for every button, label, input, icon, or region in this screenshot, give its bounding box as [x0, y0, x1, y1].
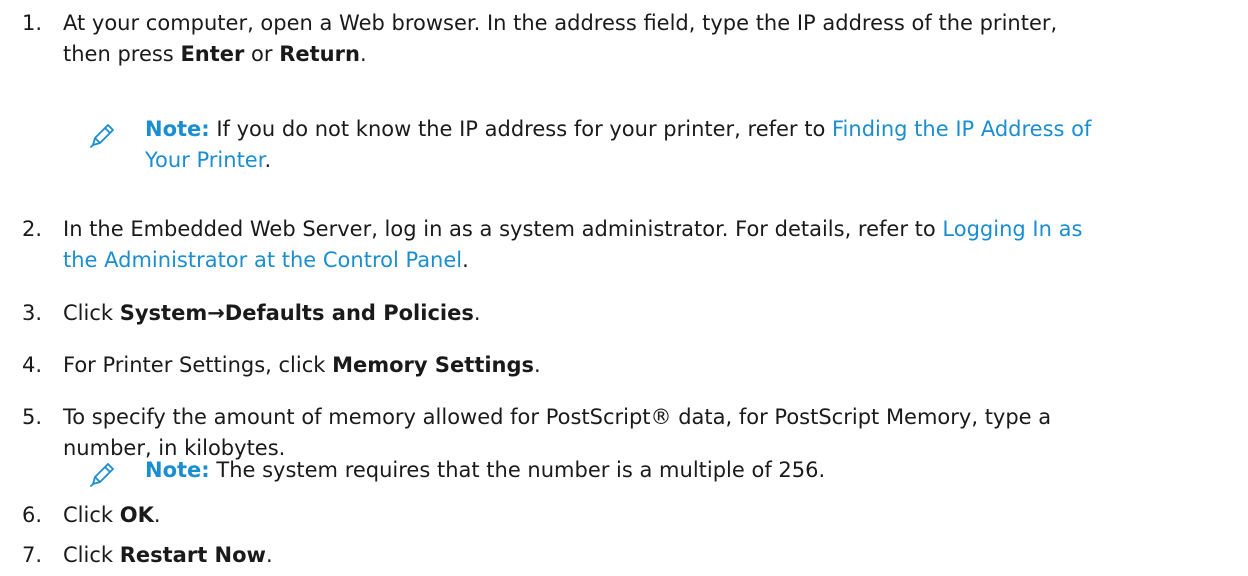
ui-label-memory-settings: Memory Settings [332, 353, 535, 377]
link-finding-ip-address-cont[interactable]: Your Printer [145, 148, 264, 172]
pencil-icon [90, 124, 114, 148]
step-text: Click System→Defaults and Policies. [63, 301, 481, 325]
step-text: At your computer, open a Web browser. In… [63, 11, 1058, 66]
link-logging-in-admin-cont[interactable]: the Administrator at the Control Panel [63, 248, 462, 272]
step-text: For Printer Settings, click Memory Setti… [63, 353, 541, 377]
step-number: 4. [22, 353, 43, 377]
step-number: 2. [22, 217, 43, 241]
step-number: 5. [22, 405, 43, 429]
step-text: Click OK. [63, 503, 161, 527]
note-label: Note: [145, 117, 210, 141]
pencil-icon [90, 463, 114, 487]
ui-label-restart-now: Restart Now [119, 543, 266, 567]
note-text: Note: If you do not know the IP address … [145, 117, 1092, 172]
step-number: 7. [22, 543, 43, 567]
step-number: 1. [22, 11, 43, 35]
step-text: Click Restart Now. [63, 543, 273, 567]
link-logging-in-admin[interactable]: Logging In as [942, 217, 1082, 241]
note-label: Note: [145, 458, 210, 482]
menu-path: System→Defaults and Policies [119, 301, 474, 325]
key-return: Return [279, 42, 360, 66]
ui-label-ok: OK [119, 503, 154, 527]
step-number: 6. [22, 503, 43, 527]
key-enter: Enter [180, 42, 245, 66]
step-number: 3. [22, 301, 43, 325]
link-finding-ip-address[interactable]: Finding the IP Address of [832, 117, 1091, 141]
step-text: In the Embedded Web Server, log in as a … [63, 217, 1083, 272]
note-text: Note: The system requires that the numbe… [145, 458, 826, 482]
